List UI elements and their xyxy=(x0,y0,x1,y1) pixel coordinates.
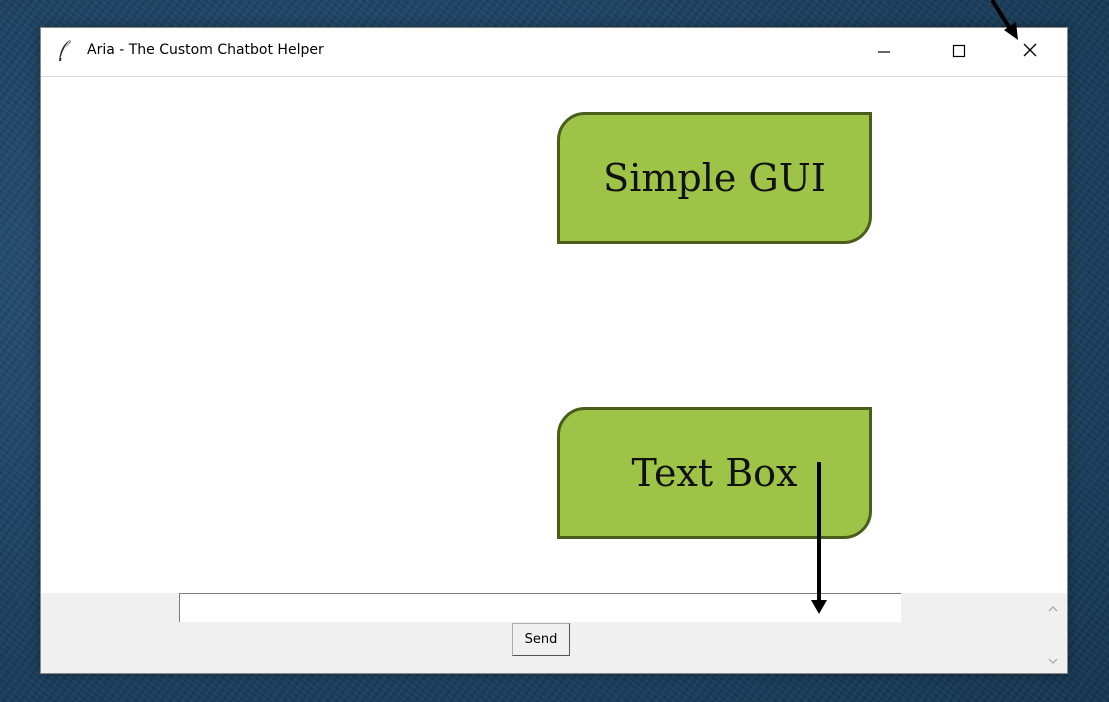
simple-gui-label: Simple GUI xyxy=(603,156,826,200)
send-button[interactable]: Send xyxy=(512,623,570,656)
close-button[interactable] xyxy=(1007,28,1053,76)
window-title: Aria - The Custom Chatbot Helper xyxy=(87,42,324,58)
simple-gui-callout: Simple GUI xyxy=(557,112,872,244)
minimize-icon xyxy=(877,43,891,62)
scroll-up-button[interactable] xyxy=(1039,593,1067,621)
chevron-down-icon xyxy=(1048,650,1058,669)
minimize-button[interactable] xyxy=(861,28,907,76)
maximize-button[interactable] xyxy=(936,28,982,76)
feather-icon xyxy=(57,39,73,63)
maximize-icon xyxy=(952,43,966,62)
title-bar[interactable]: Aria - The Custom Chatbot Helper xyxy=(41,28,1067,77)
scroll-down-button[interactable] xyxy=(1039,645,1067,673)
text-box-label: Text Box xyxy=(631,451,798,495)
chat-log[interactable] xyxy=(41,77,1067,593)
vertical-scrollbar[interactable] xyxy=(1039,593,1067,673)
input-panel: Send xyxy=(41,593,1067,673)
client-area: Send xyxy=(41,77,1067,673)
app-window: Aria - The Custom Chatbot Helper Send xyxy=(40,27,1068,674)
text-box-callout: Text Box xyxy=(557,407,872,539)
message-input[interactable] xyxy=(179,593,901,622)
chevron-up-icon xyxy=(1048,598,1058,617)
close-icon xyxy=(1022,42,1038,62)
